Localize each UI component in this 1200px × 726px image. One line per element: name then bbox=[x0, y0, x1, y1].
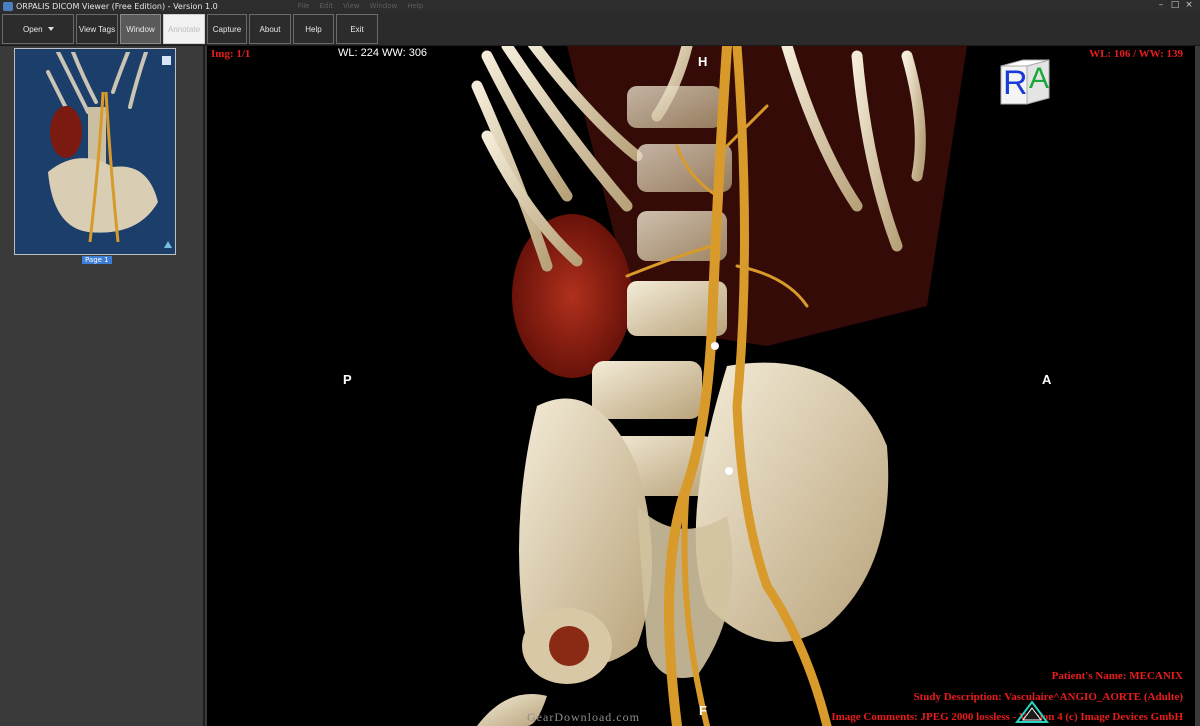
page-thumbnail[interactable] bbox=[14, 48, 176, 255]
ghost-menu-view: View bbox=[343, 2, 360, 10]
wl-ww-left: WL: 224 WW: 306 bbox=[338, 47, 428, 59]
orientation-bottom: F bbox=[699, 703, 707, 718]
ghost-menu-window: Window bbox=[369, 2, 398, 10]
capture-button[interactable]: Capture bbox=[207, 14, 247, 44]
ghost-menu-edit: Edit bbox=[319, 2, 334, 10]
orientation-left: P bbox=[343, 372, 352, 387]
close-icon[interactable]: × bbox=[1182, 0, 1196, 11]
window-controls: – □ × bbox=[1154, 0, 1196, 11]
orientation-top: H bbox=[698, 54, 708, 69]
thumbnail-image bbox=[18, 52, 172, 251]
orientation-right: A bbox=[1042, 372, 1052, 387]
chevron-down-icon bbox=[47, 27, 54, 31]
open-button[interactable]: Open bbox=[2, 14, 74, 44]
about-button[interactable]: About bbox=[249, 14, 291, 44]
watermark: GearDownload.com bbox=[527, 710, 640, 724]
minimize-icon[interactable]: – bbox=[1154, 0, 1168, 11]
patient-name: Patient's Name: MECANIX bbox=[1051, 670, 1183, 682]
open-label: Open bbox=[23, 24, 43, 34]
ghost-menu-file: File bbox=[297, 2, 310, 10]
maximize-icon[interactable]: □ bbox=[1168, 0, 1182, 11]
title-bar: ORPALIS DICOM Viewer (Free Edition) - Ve… bbox=[0, 0, 1200, 12]
window-title: ORPALIS DICOM Viewer (Free Edition) - Ve… bbox=[16, 1, 218, 11]
help-button[interactable]: Help bbox=[293, 14, 334, 44]
exit-button[interactable]: Exit bbox=[336, 14, 378, 44]
app-icon bbox=[3, 1, 13, 11]
annotate-button[interactable]: Annotate bbox=[163, 14, 205, 44]
window-button[interactable]: Window bbox=[120, 14, 161, 44]
wl-ww-right: WL: 106 / WW: 139 bbox=[1089, 48, 1183, 60]
page-label[interactable]: Page 1 bbox=[82, 256, 112, 264]
ghost-menu-help: Help bbox=[407, 2, 424, 10]
view-tags-button[interactable]: View Tags bbox=[76, 14, 118, 44]
viewer-right-border bbox=[1195, 46, 1200, 726]
image-comments: Image Comments: JPEG 2000 lossless - Ver… bbox=[831, 711, 1183, 723]
thumbnail-sidebar: Page 1 bbox=[0, 46, 205, 726]
dicom-viewer[interactable]: Img: 1/1 WL: 224 WW: 306 WL: 106 / WW: 1… bbox=[207, 46, 1195, 726]
cube-letter-front: R bbox=[1003, 64, 1028, 102]
triangle-marker-icon bbox=[1015, 700, 1049, 723]
orientation-cube-icon[interactable]: R A bbox=[999, 58, 1051, 106]
cube-letter-side: A bbox=[1029, 62, 1050, 95]
image-counter: Img: 1/1 bbox=[211, 48, 251, 60]
toolbar: Open View Tags Window Annotate Capture A… bbox=[0, 12, 1200, 46]
